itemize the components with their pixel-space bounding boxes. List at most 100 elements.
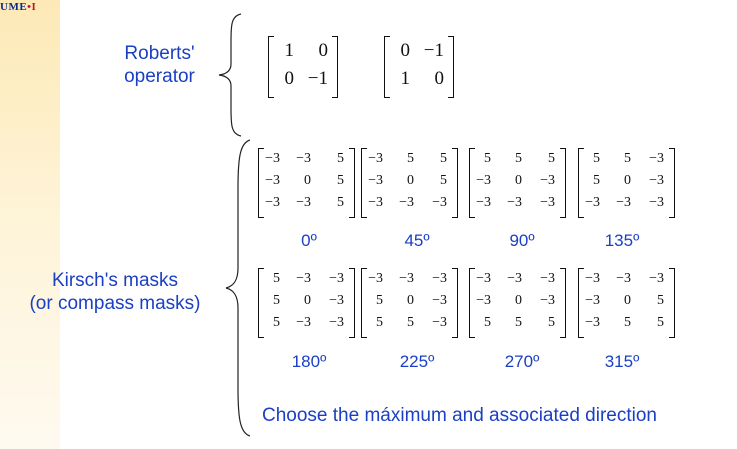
matrix-cell: 5 [515, 315, 522, 330]
matrix-cell: 5 [624, 151, 631, 166]
matrix-cell: 0 [284, 68, 295, 89]
roberts-label: Roberts' operator [112, 42, 207, 88]
kirsch-angle-label: 90º [509, 231, 535, 250]
matrix-cell: −3 [476, 271, 491, 286]
matrix-cell: −3 [616, 271, 631, 286]
matrix-cell: 0 [407, 173, 414, 188]
kirsch-matrix-2: −3 5 5 −3 0 5 −3 −3 −3 [361, 148, 458, 218]
kirsch-matrix-1: −3 −3 5 −3 0 5 −3 −3 5 [258, 148, 355, 218]
matrix-right-bracket [452, 148, 458, 218]
matrix-cell: 5 [407, 315, 414, 330]
matrix-cell: 5 [376, 293, 383, 308]
matrix-cell: 5 [440, 151, 447, 166]
matrix-cell: −3 [649, 271, 664, 286]
matrix-cell: 5 [657, 293, 664, 308]
kirsch-matrix-5: 5 −3 −3 5 0 −3 5 −3 −3 [258, 268, 355, 338]
matrix-right-bracket [448, 36, 454, 98]
matrix-cell: 5 [273, 315, 280, 330]
kirsch-angle-label: 270º [504, 352, 540, 371]
matrix-cell: −3 [329, 271, 344, 286]
matrix-cell: −1 [423, 40, 444, 61]
matrix-cell: 0 [318, 40, 329, 61]
kirsch-angle-label: 0º [301, 231, 317, 250]
kirsch-matrix-6: −3 −3 −3 5 0 −3 5 5 −3 [361, 268, 458, 338]
matrix-cell: −3 [507, 271, 522, 286]
matrix-right-bracket [349, 268, 355, 338]
matrix-cell: 5 [484, 151, 491, 166]
matrix-cell: 5 [657, 315, 664, 330]
matrix-cell: −3 [585, 195, 600, 210]
matrix-cell: 1 [284, 40, 295, 61]
matrix-right-bracket [332, 36, 338, 98]
kirsch-brace [225, 139, 251, 437]
kirsch-angle-label: 315º [604, 352, 640, 371]
matrix-cell: −3 [296, 271, 311, 286]
matrix-cell: 5 [407, 151, 414, 166]
matrix-cell: 1 [400, 68, 411, 89]
kirsch-angle-label: 225º [399, 352, 435, 371]
matrix-cell: −3 [368, 173, 383, 188]
matrix-cell: 5 [337, 173, 344, 188]
matrix-cell: −3 [368, 195, 383, 210]
matrix-cell: −1 [307, 68, 328, 89]
matrix-cell: −3 [649, 151, 664, 166]
matrix-cell: 5 [337, 195, 344, 210]
matrix-cell: −3 [265, 173, 280, 188]
roberts-brace [218, 13, 242, 137]
kirsch-angle-label: 180º [291, 352, 327, 371]
matrix-cell: 5 [273, 293, 280, 308]
matrix-right-bracket [669, 148, 675, 218]
matrix-cell: −3 [540, 271, 555, 286]
matrix-cell: 0 [407, 293, 414, 308]
kirsch-label: Kirsch's masks (or compass masks) [4, 269, 226, 315]
matrix-cell: −3 [368, 151, 383, 166]
matrix-cell: −3 [540, 173, 555, 188]
footer-note: Choose the máximum and associated direct… [262, 405, 657, 426]
matrix-cell: −3 [432, 271, 447, 286]
matrix-cell: −3 [649, 173, 664, 188]
matrix-cell: 0 [624, 173, 631, 188]
matrix-cell: −3 [616, 195, 631, 210]
matrix-cell: −3 [585, 271, 600, 286]
matrix-cell: 5 [515, 151, 522, 166]
kirsch-angle-label: 135º [604, 231, 640, 250]
matrix-right-bracket [560, 268, 566, 338]
matrix-right-bracket [669, 268, 675, 338]
matrix-cell: −3 [507, 195, 522, 210]
roberts-label-line1: Roberts' [124, 43, 195, 64]
matrix-cell: −3 [540, 195, 555, 210]
roberts-matrix-1: 1 0 0 −1 [268, 36, 338, 98]
kirsch-matrix-7: −3 −3 −3 −3 0 −3 5 5 5 [469, 268, 566, 338]
matrix-cell: −3 [476, 293, 491, 308]
kirsch-matrix-4: 5 5 −3 5 0 −3 −3 −3 −3 [578, 148, 675, 218]
matrix-cell: −3 [368, 271, 383, 286]
matrix-cell: 5 [337, 151, 344, 166]
matrix-cell: −3 [399, 195, 414, 210]
matrix-cell: −3 [540, 293, 555, 308]
roberts-matrix-2: 0 −1 1 0 [384, 36, 454, 98]
matrix-cell: 5 [593, 173, 600, 188]
matrix-cell: −3 [432, 293, 447, 308]
matrix-cell: 5 [376, 315, 383, 330]
kirsch-label-line2: (or compass masks) [29, 293, 201, 314]
matrix-cell: 0 [400, 40, 411, 61]
matrix-cell: −3 [265, 151, 280, 166]
matrix-right-bracket [349, 148, 355, 218]
matrix-cell: 0 [434, 68, 445, 89]
matrix-cell: −3 [296, 151, 311, 166]
kirsch-label-line1: Kirsch's masks [51, 270, 179, 291]
matrix-cell: −3 [265, 195, 280, 210]
matrix-cell: −3 [476, 173, 491, 188]
matrix-cell: −3 [296, 315, 311, 330]
matrix-cell: −3 [329, 315, 344, 330]
matrix-cell: −3 [432, 315, 447, 330]
matrix-cell: 5 [440, 173, 447, 188]
matrix-cell: −3 [649, 195, 664, 210]
matrix-cell: 0 [624, 293, 631, 308]
matrix-cell: 0 [304, 173, 311, 188]
kirsch-matrix-8: −3 −3 −3 −3 0 5 −3 5 5 [578, 268, 675, 338]
matrix-cell: 0 [515, 293, 522, 308]
matrix-cell: −3 [585, 293, 600, 308]
slide-side-strip [0, 0, 60, 449]
matrix-cell: 5 [624, 315, 631, 330]
